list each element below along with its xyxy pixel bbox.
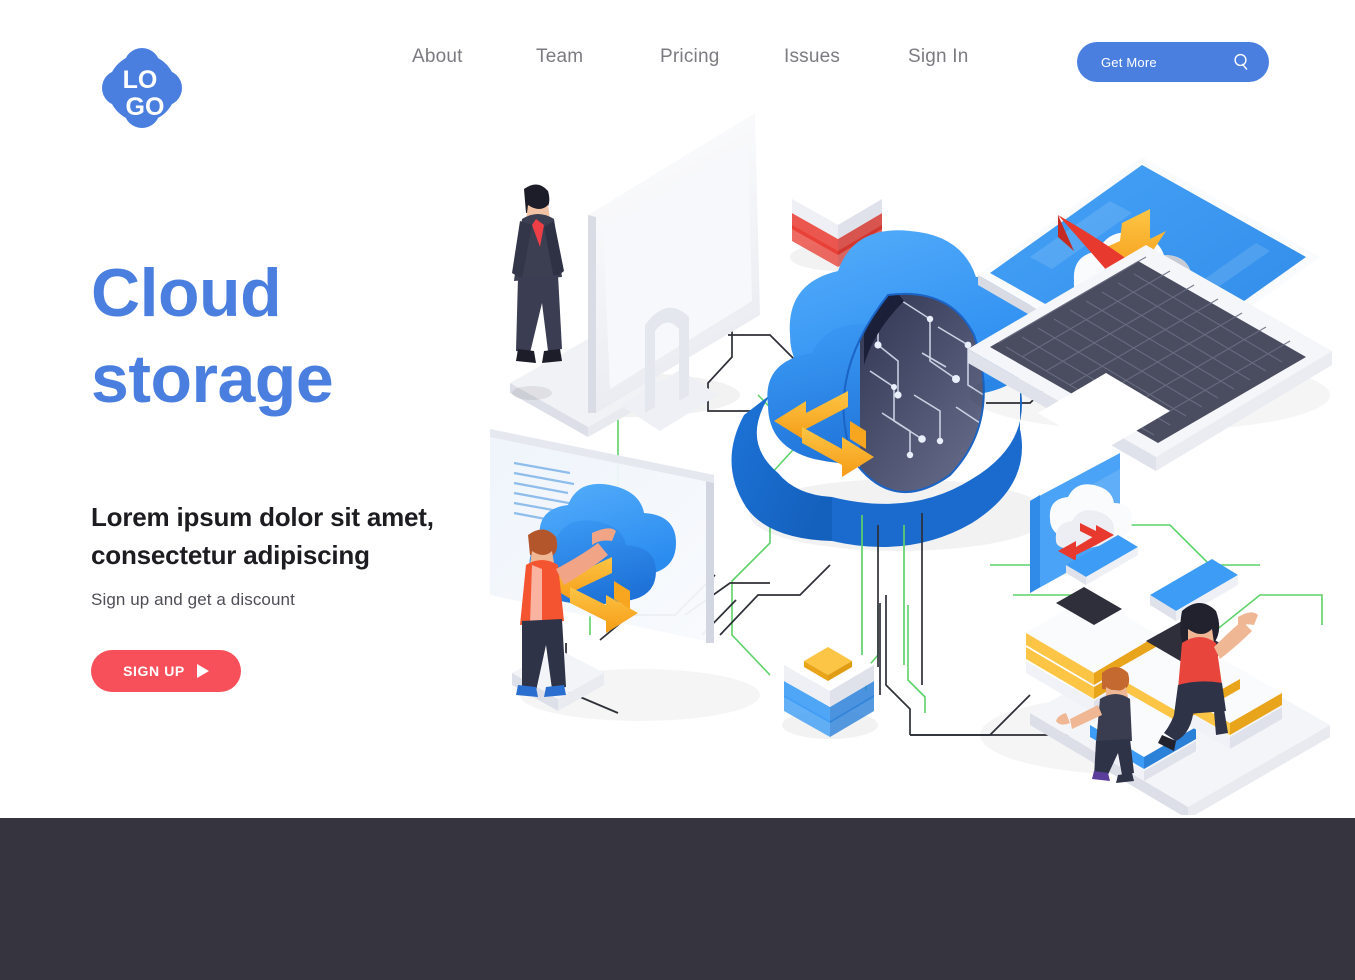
nav-item-team[interactable]: Team [536,46,660,68]
nav-item-issues[interactable]: Issues [784,46,908,68]
desktop-monitor-with-businessman [510,113,760,437]
get-more-label: Get More [1101,54,1157,70]
site-footer: LO GO lorem ipsum Lorem ipsum dolor sit … [0,818,1355,980]
hero-title-line2: storage [91,341,334,417]
logo-text-bottom: GO [126,93,165,121]
sign-up-label: SIGN UP [123,663,185,679]
search-icon [1233,53,1251,71]
wall-screen-with-cloud-sync [490,429,760,721]
get-more-button[interactable]: Get More [1077,42,1269,82]
sign-up-button[interactable]: SIGN UP [91,650,241,692]
main-navigation: About Team Pricing Issues Sign In [412,46,969,68]
isometric-cloud-storage-illustration [470,95,1355,815]
hero-subtitle: Lorem ipsum dolor sit amet, consectetur … [91,498,511,574]
brand-logo[interactable]: LO GO [100,46,184,130]
blue-yellow-server-stack [782,640,878,739]
hero-subtitle-line2: consectetur adipiscing [91,540,370,570]
nav-item-pricing[interactable]: Pricing [660,46,784,68]
hero-title-line1: Cloud [91,255,282,331]
landing-page: LO GO About Team Pricing Issues Sign In … [0,0,1355,980]
hero-description: Sign up and get a discount [91,590,295,609]
nav-item-sign-in[interactable]: Sign In [908,46,969,68]
nav-item-about[interactable]: About [412,46,536,68]
hero-subtitle-line1: Lorem ipsum dolor sit amet, [91,502,434,532]
hero-section: Cloud storage Lorem ipsum dolor sit amet… [91,250,511,692]
play-triangle-icon [196,664,209,678]
page-title: Cloud storage [91,250,511,422]
logo-text-top: LO [123,66,158,94]
